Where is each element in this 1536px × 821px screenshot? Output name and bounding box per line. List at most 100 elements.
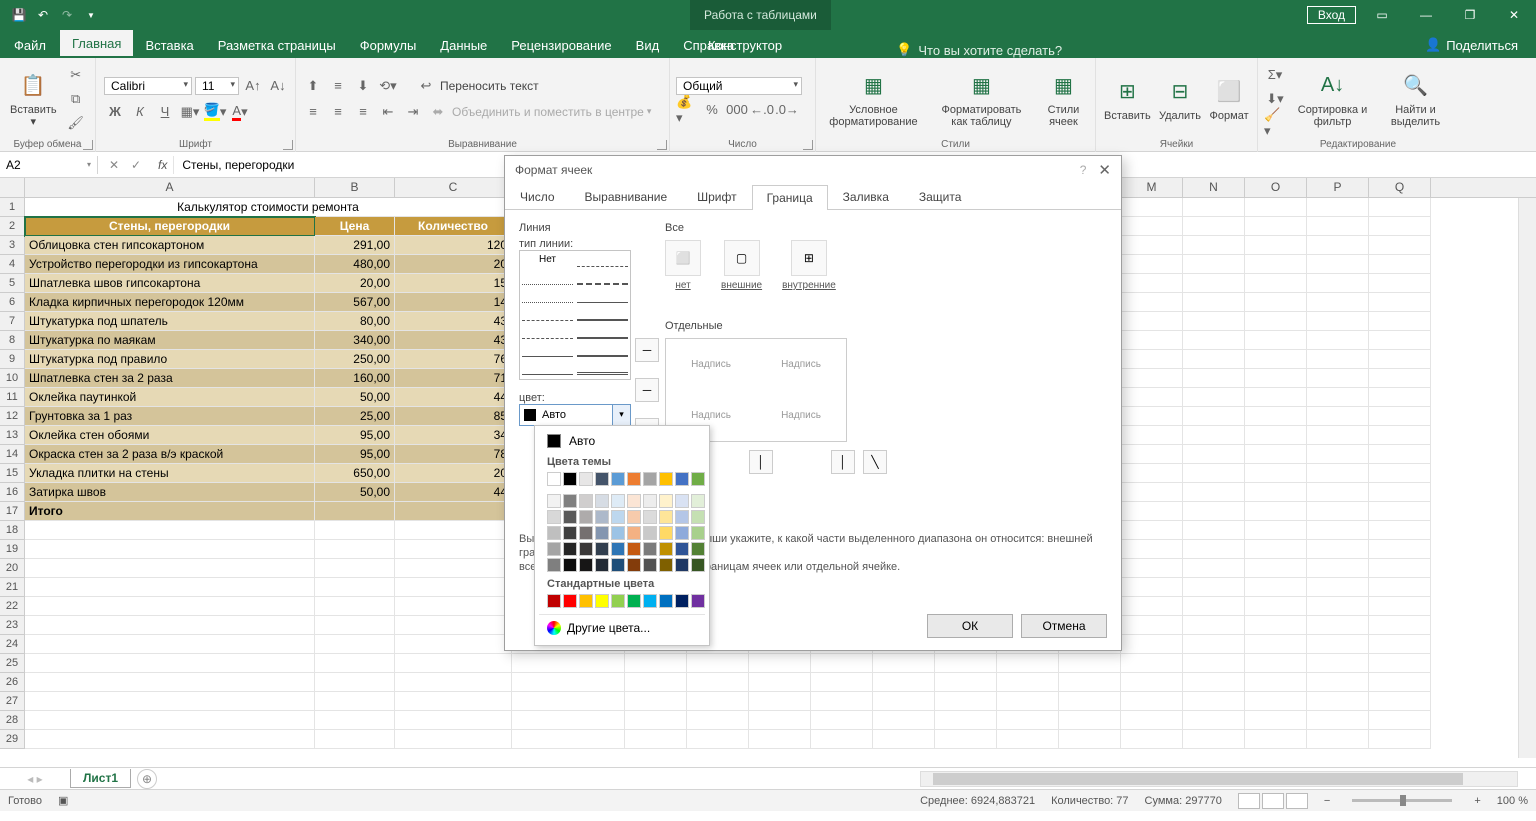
color-swatch[interactable] bbox=[547, 510, 561, 524]
cell[interactable] bbox=[1307, 521, 1369, 540]
table-header-cell[interactable]: Цена bbox=[315, 217, 395, 236]
merge-icon[interactable]: ⬌ bbox=[427, 101, 449, 123]
cell[interactable] bbox=[1183, 559, 1245, 578]
row-header[interactable]: 24 bbox=[0, 635, 25, 654]
color-swatch[interactable] bbox=[547, 472, 561, 486]
italic-button[interactable]: К bbox=[129, 101, 151, 123]
color-swatch[interactable] bbox=[563, 510, 577, 524]
cell[interactable] bbox=[1245, 597, 1307, 616]
cell[interactable] bbox=[1121, 578, 1183, 597]
cell[interactable] bbox=[1183, 521, 1245, 540]
tab-insert[interactable]: Вставка bbox=[133, 32, 205, 58]
color-swatch[interactable] bbox=[675, 526, 689, 540]
border-diag2-button[interactable]: ╲ bbox=[863, 450, 887, 474]
cell[interactable] bbox=[1183, 350, 1245, 369]
cell[interactable] bbox=[1121, 483, 1183, 502]
dialog-tab-alignment[interactable]: Выравнивание bbox=[570, 184, 683, 209]
cell[interactable] bbox=[1183, 293, 1245, 312]
cell[interactable] bbox=[1121, 635, 1183, 654]
border-right-button[interactable]: │ bbox=[831, 450, 855, 474]
color-swatch[interactable] bbox=[691, 472, 705, 486]
column-header[interactable]: Q bbox=[1369, 178, 1431, 197]
cell[interactable] bbox=[1245, 711, 1307, 730]
cell[interactable] bbox=[1245, 236, 1307, 255]
cell[interactable] bbox=[1307, 540, 1369, 559]
row-header[interactable]: 5 bbox=[0, 274, 25, 293]
table-cell[interactable]: 567,00 bbox=[315, 293, 395, 312]
row-header[interactable]: 15 bbox=[0, 464, 25, 483]
color-swatch[interactable] bbox=[675, 510, 689, 524]
cell[interactable] bbox=[625, 654, 687, 673]
font-size-combo[interactable]: 11 bbox=[195, 77, 239, 95]
color-swatch[interactable] bbox=[611, 494, 625, 508]
table-cell[interactable]: Кладка кирпичных перегородок 120мм bbox=[25, 293, 315, 312]
cell[interactable] bbox=[1307, 369, 1369, 388]
font-color-icon[interactable]: A▾ bbox=[229, 101, 251, 123]
cell[interactable] bbox=[873, 654, 935, 673]
share-button[interactable]: 👤 Поделиться bbox=[1417, 32, 1526, 58]
color-swatch[interactable] bbox=[643, 472, 657, 486]
decrease-font-icon[interactable]: A↓ bbox=[267, 75, 289, 97]
cell[interactable] bbox=[1121, 521, 1183, 540]
table-cell[interactable]: 85 bbox=[395, 407, 512, 426]
cell[interactable] bbox=[1183, 483, 1245, 502]
cell[interactable] bbox=[1245, 350, 1307, 369]
cell[interactable] bbox=[512, 711, 625, 730]
select-all-corner[interactable] bbox=[0, 178, 25, 197]
table-cell[interactable]: 250,00 bbox=[315, 350, 395, 369]
cell[interactable] bbox=[1183, 369, 1245, 388]
cell[interactable] bbox=[1245, 673, 1307, 692]
color-swatch[interactable] bbox=[675, 594, 689, 608]
row-header[interactable]: 7 bbox=[0, 312, 25, 331]
dialog-launcher-icon[interactable] bbox=[283, 140, 293, 150]
cell[interactable] bbox=[1183, 331, 1245, 350]
dialog-tab-number[interactable]: Число bbox=[505, 184, 570, 209]
borders-icon[interactable]: ▦▾ bbox=[179, 101, 201, 123]
cell[interactable] bbox=[512, 654, 625, 673]
align-right-icon[interactable]: ≡ bbox=[352, 101, 374, 123]
cell[interactable] bbox=[1307, 407, 1369, 426]
cell[interactable] bbox=[811, 730, 873, 749]
table-cell[interactable]: 20 bbox=[395, 255, 512, 274]
table-cell[interactable]: Окраска стен за 2 раза в/э краской bbox=[25, 445, 315, 464]
row-header[interactable]: 19 bbox=[0, 540, 25, 559]
percent-icon[interactable]: % bbox=[701, 99, 723, 121]
color-swatch[interactable] bbox=[563, 558, 577, 572]
decrease-indent-icon[interactable]: ⇤ bbox=[377, 101, 399, 123]
row-header[interactable]: 23 bbox=[0, 616, 25, 635]
cell[interactable] bbox=[625, 692, 687, 711]
cell[interactable] bbox=[1307, 445, 1369, 464]
cell[interactable] bbox=[1307, 293, 1369, 312]
orientation-icon[interactable]: ⟲▾ bbox=[377, 75, 399, 97]
cell[interactable] bbox=[1121, 502, 1183, 521]
zoom-in-icon[interactable]: + bbox=[1474, 795, 1480, 807]
color-swatch[interactable] bbox=[675, 494, 689, 508]
cell[interactable] bbox=[625, 673, 687, 692]
cell[interactable] bbox=[1369, 654, 1431, 673]
cell[interactable] bbox=[1183, 407, 1245, 426]
cell[interactable] bbox=[1369, 673, 1431, 692]
currency-icon[interactable]: 💰▾ bbox=[676, 99, 698, 121]
font-name-combo[interactable]: Calibri bbox=[104, 77, 192, 95]
cell[interactable] bbox=[1369, 616, 1431, 635]
color-swatch[interactable] bbox=[627, 594, 641, 608]
total-cell[interactable]: Итого bbox=[25, 502, 315, 521]
cell[interactable] bbox=[1183, 388, 1245, 407]
cell[interactable] bbox=[1369, 464, 1431, 483]
table-cell[interactable]: 291,00 bbox=[315, 236, 395, 255]
color-swatch[interactable] bbox=[579, 510, 593, 524]
table-cell[interactable] bbox=[315, 502, 395, 521]
table-cell[interactable]: 95,00 bbox=[315, 426, 395, 445]
cell[interactable] bbox=[1369, 635, 1431, 654]
row-header[interactable]: 2 bbox=[0, 217, 25, 236]
dialog-launcher-icon[interactable] bbox=[657, 140, 667, 150]
cell[interactable] bbox=[1121, 654, 1183, 673]
color-swatch[interactable] bbox=[563, 472, 577, 486]
cell[interactable] bbox=[687, 711, 749, 730]
row-header[interactable]: 22 bbox=[0, 597, 25, 616]
row-header[interactable]: 14 bbox=[0, 445, 25, 464]
table-cell[interactable]: Штукатурка под шпатель bbox=[25, 312, 315, 331]
column-header[interactable]: M bbox=[1121, 178, 1183, 197]
row-header[interactable]: 3 bbox=[0, 236, 25, 255]
cell[interactable] bbox=[1369, 540, 1431, 559]
